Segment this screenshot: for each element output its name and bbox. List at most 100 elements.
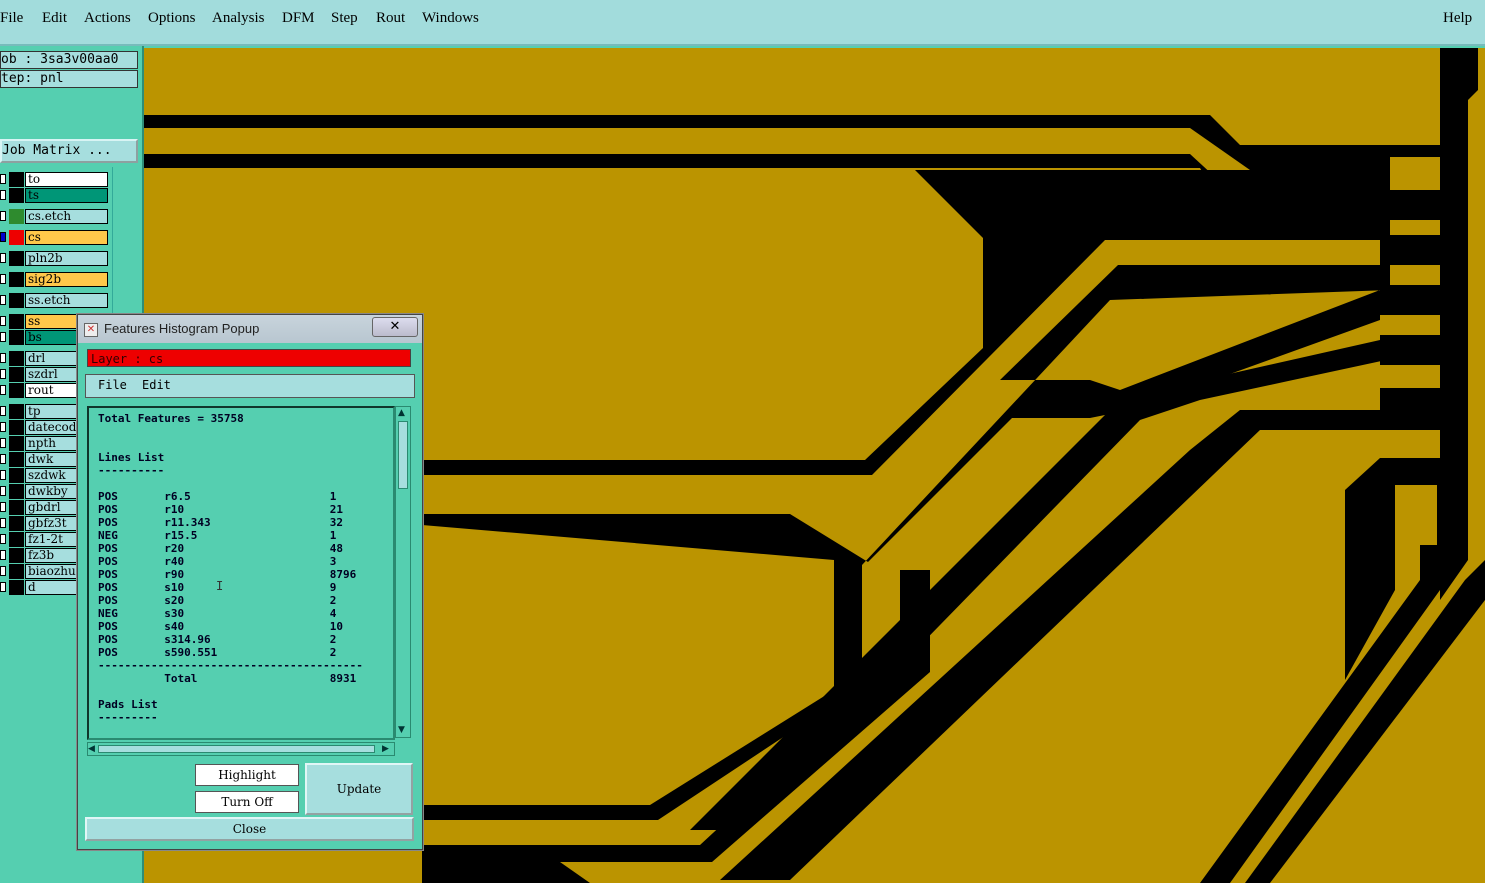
layer-row[interactable]: to (0, 172, 110, 187)
layer-color-swatch[interactable] (9, 420, 24, 435)
scroll-right-icon[interactable]: ▶ (382, 744, 389, 754)
histogram-line: NEG s30 4 (98, 607, 337, 620)
layer-indicator: Layer : cs (87, 349, 411, 367)
menu-analysis[interactable]: Analysis (212, 10, 265, 27)
turn-off-button[interactable]: Turn Off (195, 791, 299, 813)
layer-checkbox[interactable] (0, 454, 6, 464)
layer-color-swatch[interactable] (9, 436, 24, 451)
menu-file[interactable]: File (0, 10, 23, 27)
histogram-line: NEG r15.5 1 (98, 529, 337, 542)
layer-checkbox[interactable] (0, 502, 6, 512)
layer-color-swatch[interactable] (9, 516, 24, 531)
menu-options[interactable]: Options (148, 10, 196, 27)
close-icon[interactable]: ✕ (372, 317, 418, 337)
layer-checkbox[interactable] (0, 486, 6, 496)
layer-color-swatch[interactable] (9, 293, 24, 308)
histogram-line: POS s314.96 2 (98, 633, 337, 646)
popup-menu-edit[interactable]: Edit (142, 378, 171, 392)
layer-color-swatch[interactable] (9, 351, 24, 366)
layer-row[interactable]: cs.etch (0, 209, 110, 224)
layer-row[interactable]: sig2b (0, 272, 110, 287)
layer-row[interactable]: ss.etch (0, 293, 110, 308)
layer-color-swatch[interactable] (9, 172, 24, 187)
layer-name[interactable]: cs (25, 230, 108, 245)
layer-checkbox[interactable] (0, 174, 6, 184)
layer-color-swatch[interactable] (9, 188, 24, 203)
popup-menu-file[interactable]: File (98, 378, 127, 392)
vertical-scroll-thumb[interactable] (398, 421, 408, 489)
layer-color-swatch[interactable] (9, 548, 24, 563)
layer-color-swatch[interactable] (9, 404, 24, 419)
layer-checkbox[interactable] (0, 582, 6, 592)
layer-color-swatch[interactable] (9, 484, 24, 499)
layer-color-swatch[interactable] (9, 330, 24, 345)
layer-color-swatch[interactable] (9, 272, 24, 287)
layer-checkbox[interactable] (0, 274, 6, 284)
layer-color-swatch[interactable] (9, 532, 24, 547)
layer-checkbox[interactable] (0, 438, 6, 448)
menu-edit[interactable]: Edit (42, 10, 67, 27)
menu-actions[interactable]: Actions (84, 10, 131, 27)
histogram-line: Lines List (98, 451, 165, 464)
text-vertical-scrollbar[interactable]: ▲ ▼ (395, 406, 411, 738)
layer-checkbox[interactable] (0, 211, 6, 221)
menu-help[interactable]: Help (1443, 10, 1472, 27)
layer-checkbox[interactable] (0, 295, 6, 305)
layer-checkbox[interactable] (0, 190, 6, 200)
job-matrix-button[interactable]: Job Matrix ... (0, 139, 138, 163)
histogram-line: ---------------------------------------- (98, 659, 363, 672)
layer-checkbox[interactable] (0, 550, 6, 560)
menu-windows[interactable]: Windows (422, 10, 479, 27)
layer-color-swatch[interactable] (9, 452, 24, 467)
layer-checkbox[interactable] (0, 566, 6, 576)
layer-color-swatch[interactable] (9, 367, 24, 382)
features-histogram-popup: ✕ Features Histogram Popup ✕ Layer : cs … (77, 314, 423, 850)
layer-name[interactable]: sig2b (25, 272, 108, 287)
layer-checkbox[interactable] (0, 353, 6, 363)
menu-step[interactable]: Step (331, 10, 358, 27)
layer-checkbox[interactable] (0, 534, 6, 544)
layer-color-swatch[interactable] (9, 580, 24, 595)
layer-color-swatch[interactable] (9, 314, 24, 329)
layer-color-swatch[interactable] (9, 209, 24, 224)
popup-titlebar[interactable]: ✕ Features Histogram Popup ✕ (78, 315, 422, 343)
layer-name[interactable]: to (25, 172, 108, 187)
histogram-text-area[interactable]: I Total Features = 35758 Lines List ------… (87, 406, 395, 740)
layer-checkbox[interactable] (0, 253, 6, 263)
layer-row[interactable]: pln2b (0, 251, 110, 266)
layer-checkbox[interactable] (0, 232, 6, 242)
layer-row[interactable]: cs (0, 230, 110, 245)
layer-name[interactable]: ss.etch (25, 293, 108, 308)
layer-name[interactable]: ts (25, 188, 108, 203)
highlight-button[interactable]: Highlight (195, 764, 299, 786)
layer-color-swatch[interactable] (9, 500, 24, 515)
layer-color-swatch[interactable] (9, 383, 24, 398)
layer-checkbox[interactable] (0, 406, 6, 416)
menu-dfm[interactable]: DFM (282, 10, 315, 27)
layer-checkbox[interactable] (0, 422, 6, 432)
popup-title: Features Histogram Popup (104, 321, 260, 336)
layer-name[interactable]: pln2b (25, 251, 108, 266)
menu-rout[interactable]: Rout (376, 10, 405, 27)
update-button[interactable]: Update (305, 763, 413, 815)
layer-color-swatch[interactable] (9, 468, 24, 483)
layer-row[interactable]: ts (0, 188, 110, 203)
layer-checkbox[interactable] (0, 316, 6, 326)
layer-name[interactable]: cs.etch (25, 209, 108, 224)
layer-checkbox[interactable] (0, 470, 6, 480)
layer-color-swatch[interactable] (9, 564, 24, 579)
horizontal-scroll-thumb[interactable] (98, 745, 375, 753)
layer-checkbox[interactable] (0, 518, 6, 528)
layer-color-swatch[interactable] (9, 251, 24, 266)
close-button[interactable]: Close (85, 817, 414, 841)
histogram-line: POS s40 10 (98, 620, 344, 633)
scroll-left-icon[interactable]: ◀ (88, 744, 95, 754)
scroll-down-icon[interactable]: ▼ (398, 725, 405, 735)
layer-checkbox[interactable] (0, 385, 6, 395)
scroll-up-icon[interactable]: ▲ (398, 408, 405, 418)
layer-color-swatch[interactable] (9, 230, 24, 245)
histogram-line: POS s590.551 2 (98, 646, 337, 659)
layer-checkbox[interactable] (0, 332, 6, 342)
text-horizontal-scrollbar[interactable]: ◀ ▶ (87, 742, 395, 756)
layer-checkbox[interactable] (0, 369, 6, 379)
